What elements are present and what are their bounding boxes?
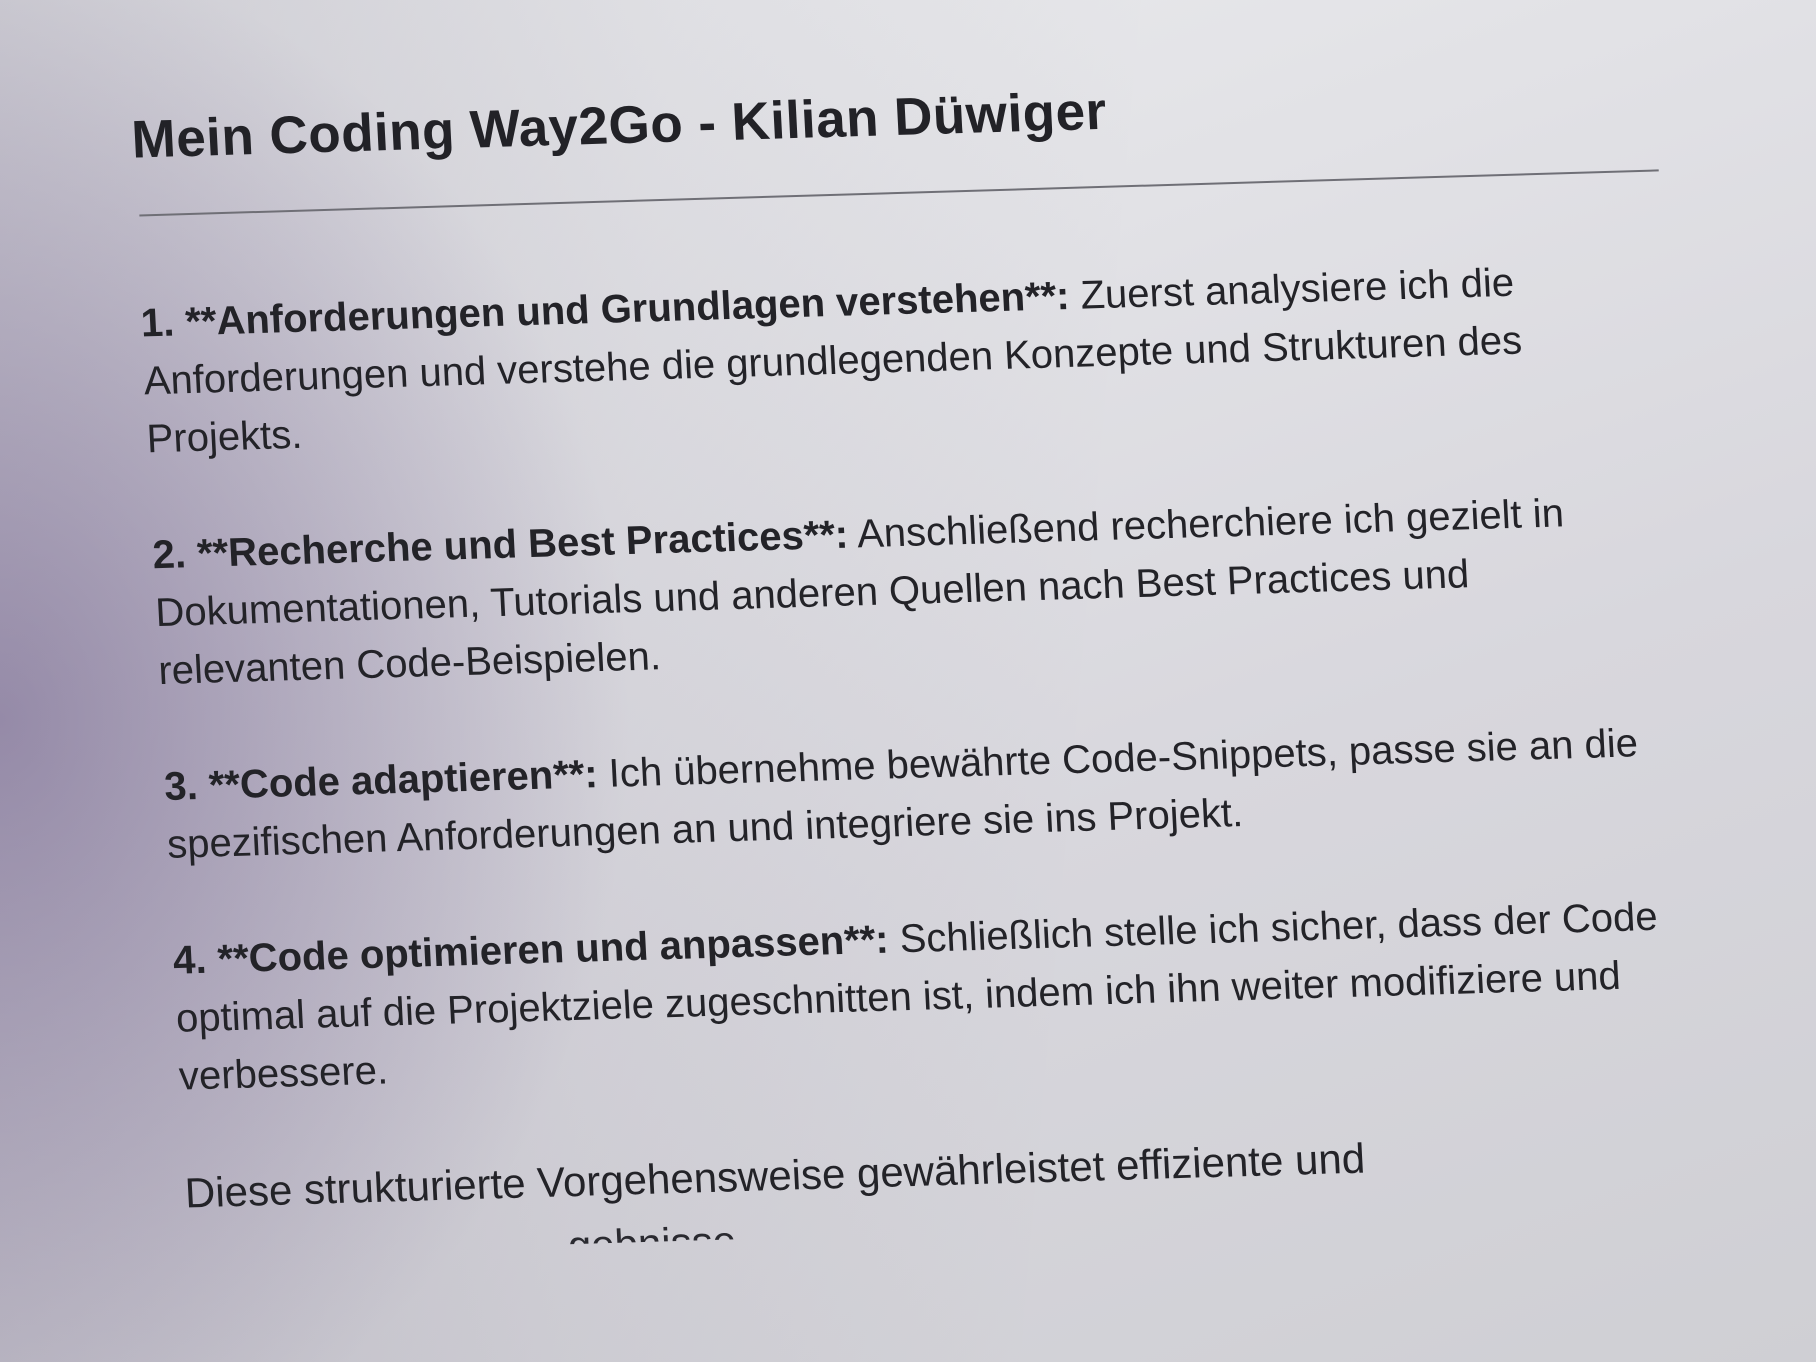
title-divider: [139, 169, 1659, 217]
list-item-heading: **Anforderungen und Grundlagen verstehen…: [184, 273, 1071, 345]
list-item-4: 4. **Code optimieren und anpassen**: Sch…: [172, 886, 1710, 1105]
list-item-text: Anschließend recherchiere ich gezielt in…: [154, 491, 1565, 694]
list-item-text: Schließlich stelle ich sicher, dass der …: [174, 894, 1659, 1099]
list-item-heading: **Code adaptieren**:: [207, 752, 599, 808]
list-item-heading: **Code optimieren und anpassen**:: [216, 917, 890, 982]
list-item-1: 1. **Anforderungen und Grundlagen verste…: [139, 250, 1637, 468]
paper-sheet: Mein Coding Way2Go - Kilian Düwiger 1. *…: [120, 24, 1739, 1256]
list-item-3: 3. **Code adaptieren**: Ich übernehme be…: [163, 714, 1668, 874]
document-title: Mein Coding Way2Go - Kilian Düwiger: [130, 81, 1109, 170]
list-item-number: 3.: [163, 764, 199, 809]
list-item-number: 2.: [151, 532, 188, 578]
list-item-number: 4.: [172, 937, 208, 983]
list-item-number: 1.: [139, 300, 176, 346]
list-item-2: 2. **Recherche und Best Practices**: Ans…: [151, 482, 1659, 700]
list-item-heading: **Recherche und Best Practices**:: [195, 512, 850, 576]
